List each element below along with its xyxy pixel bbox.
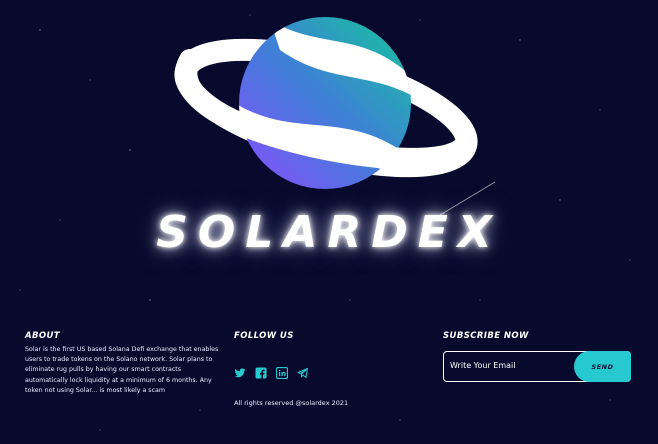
twitter-icon[interactable] (234, 367, 246, 379)
email-input[interactable] (444, 352, 570, 379)
facebook-icon[interactable] (255, 367, 267, 379)
about-text: Solar is the first US based Solana Defi … (25, 346, 219, 394)
subscribe-title: Subscribe Now (443, 331, 529, 341)
copyright-text: All rights reserved @solardex 2021 (234, 399, 349, 407)
subscribe-form: SEND (443, 351, 631, 382)
brand-title: SOLARDEX (156, 207, 502, 258)
subscribe-section: Subscribe Now SEND (443, 331, 633, 382)
follow-title: Follow Us (234, 331, 294, 341)
social-links (234, 367, 404, 379)
about-title: About (25, 331, 60, 341)
follow-section: Follow Us All rights reserved @solardex … (234, 331, 404, 407)
telegram-icon[interactable] (297, 367, 309, 379)
linkedin-icon[interactable] (276, 367, 288, 379)
about-section: About Solar is the first US based Solana… (25, 331, 220, 396)
send-button[interactable]: SEND (574, 351, 631, 382)
